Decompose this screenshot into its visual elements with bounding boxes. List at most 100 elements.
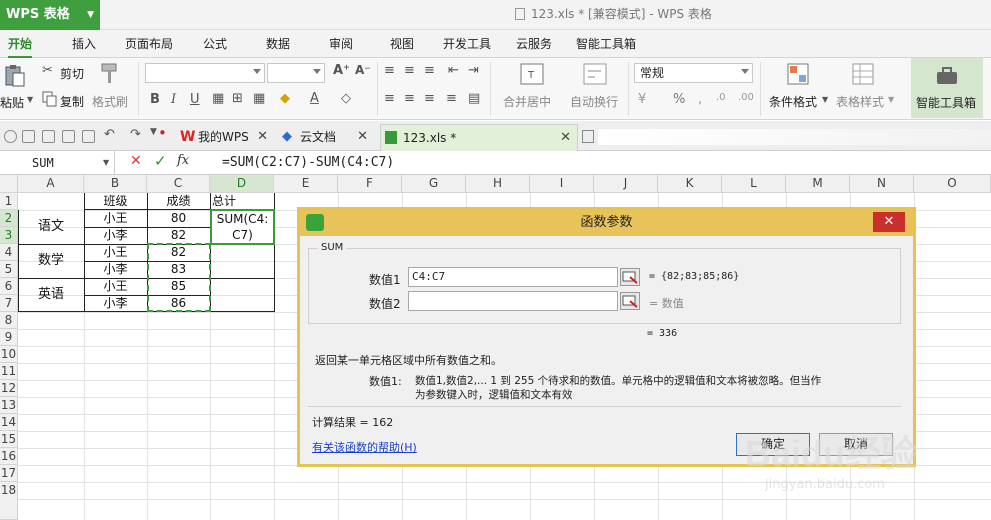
cell-b7[interactable]: 小李	[84, 295, 147, 312]
tab-home[interactable]: 开始	[8, 30, 33, 58]
row-header[interactable]: 13	[0, 397, 18, 414]
row-header[interactable]: 7	[0, 295, 18, 312]
row-header[interactable]: 12	[0, 380, 18, 397]
column-header-o[interactable]: O	[914, 175, 991, 193]
align-left-icon[interactable]: ≡	[384, 91, 395, 106]
merge-center-button[interactable]: 合并居中	[503, 93, 551, 110]
print-icon[interactable]	[42, 130, 55, 143]
table-border-icon[interactable]: ▦	[253, 91, 265, 106]
redo-icon[interactable]: ↷	[130, 127, 141, 142]
active-cell-d2[interactable]: SUM(C4: C7)	[210, 209, 275, 245]
cell-b4[interactable]: 小王	[84, 244, 147, 261]
print-preview-icon[interactable]	[62, 130, 75, 143]
clear-format-icon[interactable]: ◇	[341, 91, 351, 106]
copy-icon[interactable]	[42, 91, 58, 107]
format-painter-button[interactable]: 格式刷	[92, 93, 128, 110]
row-header[interactable]: 4	[0, 244, 18, 261]
font-size-select[interactable]	[267, 63, 325, 83]
auto-wrap-button[interactable]: 自动换行	[570, 93, 618, 110]
scissors-icon[interactable]: ✂	[42, 63, 53, 78]
row-header[interactable]: 3	[0, 227, 18, 244]
row-header[interactable]: 16	[0, 448, 18, 465]
column-header-b[interactable]: B	[84, 175, 147, 193]
italic-icon[interactable]: I	[171, 92, 176, 107]
column-header-g[interactable]: G	[402, 175, 466, 193]
bold-icon[interactable]: B	[150, 92, 160, 107]
close-icon[interactable]: ✕	[560, 125, 571, 151]
column-header-l[interactable]: L	[722, 175, 786, 193]
comma-button[interactable]: ,	[698, 92, 702, 107]
arg1-input[interactable]: C4:C7	[408, 267, 618, 287]
row-header[interactable]: 11	[0, 363, 18, 380]
fill-color-icon[interactable]: ◆	[280, 91, 290, 106]
underline-icon[interactable]: U	[190, 92, 200, 107]
justify-icon[interactable]: ≡	[446, 91, 457, 106]
doc-tab-mywps[interactable]: W 我的WPS ✕	[176, 124, 274, 151]
indent-decrease-icon[interactable]: ⇤	[448, 63, 459, 78]
conditional-format-icon[interactable]	[787, 63, 809, 85]
row-header[interactable]: 2	[0, 210, 18, 227]
close-button[interactable]: ✕	[873, 212, 905, 232]
font-color-icon[interactable]: A	[310, 91, 319, 106]
export-icon[interactable]	[82, 130, 95, 143]
confirm-icon[interactable]: ✓	[154, 152, 167, 170]
cell-a2-merged[interactable]: 语文	[18, 210, 84, 244]
row-header[interactable]: 10	[0, 346, 18, 363]
tab-review[interactable]: 审阅	[329, 30, 353, 58]
dialog-titlebar[interactable]: 函数参数 ✕	[300, 210, 913, 236]
conditional-format-button[interactable]: 条件格式	[769, 93, 817, 110]
range-picker-icon[interactable]	[620, 292, 640, 310]
row-header[interactable]: 17	[0, 465, 18, 482]
chevron-down-icon[interactable]: ▼	[822, 95, 828, 104]
auto-wrap-icon[interactable]	[583, 63, 607, 85]
doc-tab-cloud[interactable]: ◆ 云文档 ✕	[278, 124, 374, 151]
column-header-a[interactable]: A	[18, 175, 84, 193]
cell-c3[interactable]: 82	[147, 227, 210, 244]
border-icon[interactable]: ▦	[212, 91, 224, 106]
column-header-f[interactable]: F	[338, 175, 402, 193]
currency-icon[interactable]: ¥	[638, 92, 646, 107]
function-help-link[interactable]: 有关该函数的帮助(H)	[312, 439, 417, 455]
align-bottom-icon[interactable]: ≡	[424, 63, 435, 78]
undo-icon[interactable]: ↶	[104, 127, 115, 142]
cell-d1[interactable]: 总计	[212, 193, 272, 209]
row-header[interactable]: 6	[0, 278, 18, 295]
tab-data[interactable]: 数据	[266, 30, 290, 58]
tab-smart-tools[interactable]: 智能工具箱	[576, 30, 636, 58]
paste-dropdown-icon[interactable]: ▼	[27, 95, 33, 104]
cell-a4-merged[interactable]: 数学	[18, 244, 84, 278]
align-center-icon[interactable]: ≡	[404, 91, 415, 106]
function-wizard-icon[interactable]: fx	[177, 153, 189, 168]
tab-view[interactable]: 视图	[390, 30, 414, 58]
paste-button[interactable]: 粘贴	[0, 94, 24, 111]
menu-icon[interactable]	[4, 130, 17, 143]
app-menu-button[interactable]: WPS 表格 ▼	[0, 0, 100, 30]
tab-developer[interactable]: 开发工具	[443, 30, 491, 58]
chevron-down-icon[interactable]: ▼	[150, 127, 157, 137]
align-right-icon[interactable]: ≡	[424, 91, 435, 106]
row-header[interactable]: 8	[0, 312, 18, 329]
increase-decimal-icon[interactable]: .0	[716, 92, 726, 103]
cell-a6-merged[interactable]: 英语	[18, 278, 84, 312]
font-family-select[interactable]	[145, 63, 265, 83]
column-header-m[interactable]: M	[786, 175, 850, 193]
column-header-i[interactable]: I	[530, 175, 594, 193]
cell-b1[interactable]: 班级	[84, 193, 147, 209]
merge-center-icon[interactable]: T	[520, 63, 544, 85]
save-icon[interactable]	[22, 130, 35, 143]
smart-tools-button[interactable]: 智能工具箱	[911, 58, 983, 118]
column-header-n[interactable]: N	[850, 175, 914, 193]
increase-font-icon[interactable]: A⁺	[333, 63, 350, 78]
row-header[interactable]: 18	[0, 482, 18, 520]
formula-input[interactable]: =SUM(C2:C7)-SUM(C4:C7)	[222, 151, 394, 175]
cell-c2[interactable]: 80	[147, 210, 210, 227]
merge-cells-icon[interactable]: ⊞	[232, 91, 243, 106]
decrease-decimal-icon[interactable]: .00	[738, 92, 754, 103]
close-icon[interactable]: ✕	[257, 124, 268, 150]
arg2-input[interactable]	[408, 291, 618, 311]
row-header[interactable]: 14	[0, 414, 18, 431]
select-all-corner[interactable]	[0, 175, 18, 193]
row-header[interactable]: 9	[0, 329, 18, 346]
cell-b3[interactable]: 小李	[84, 227, 147, 244]
doc-tab-123xls[interactable]: 123.xls * ✕	[380, 124, 578, 151]
